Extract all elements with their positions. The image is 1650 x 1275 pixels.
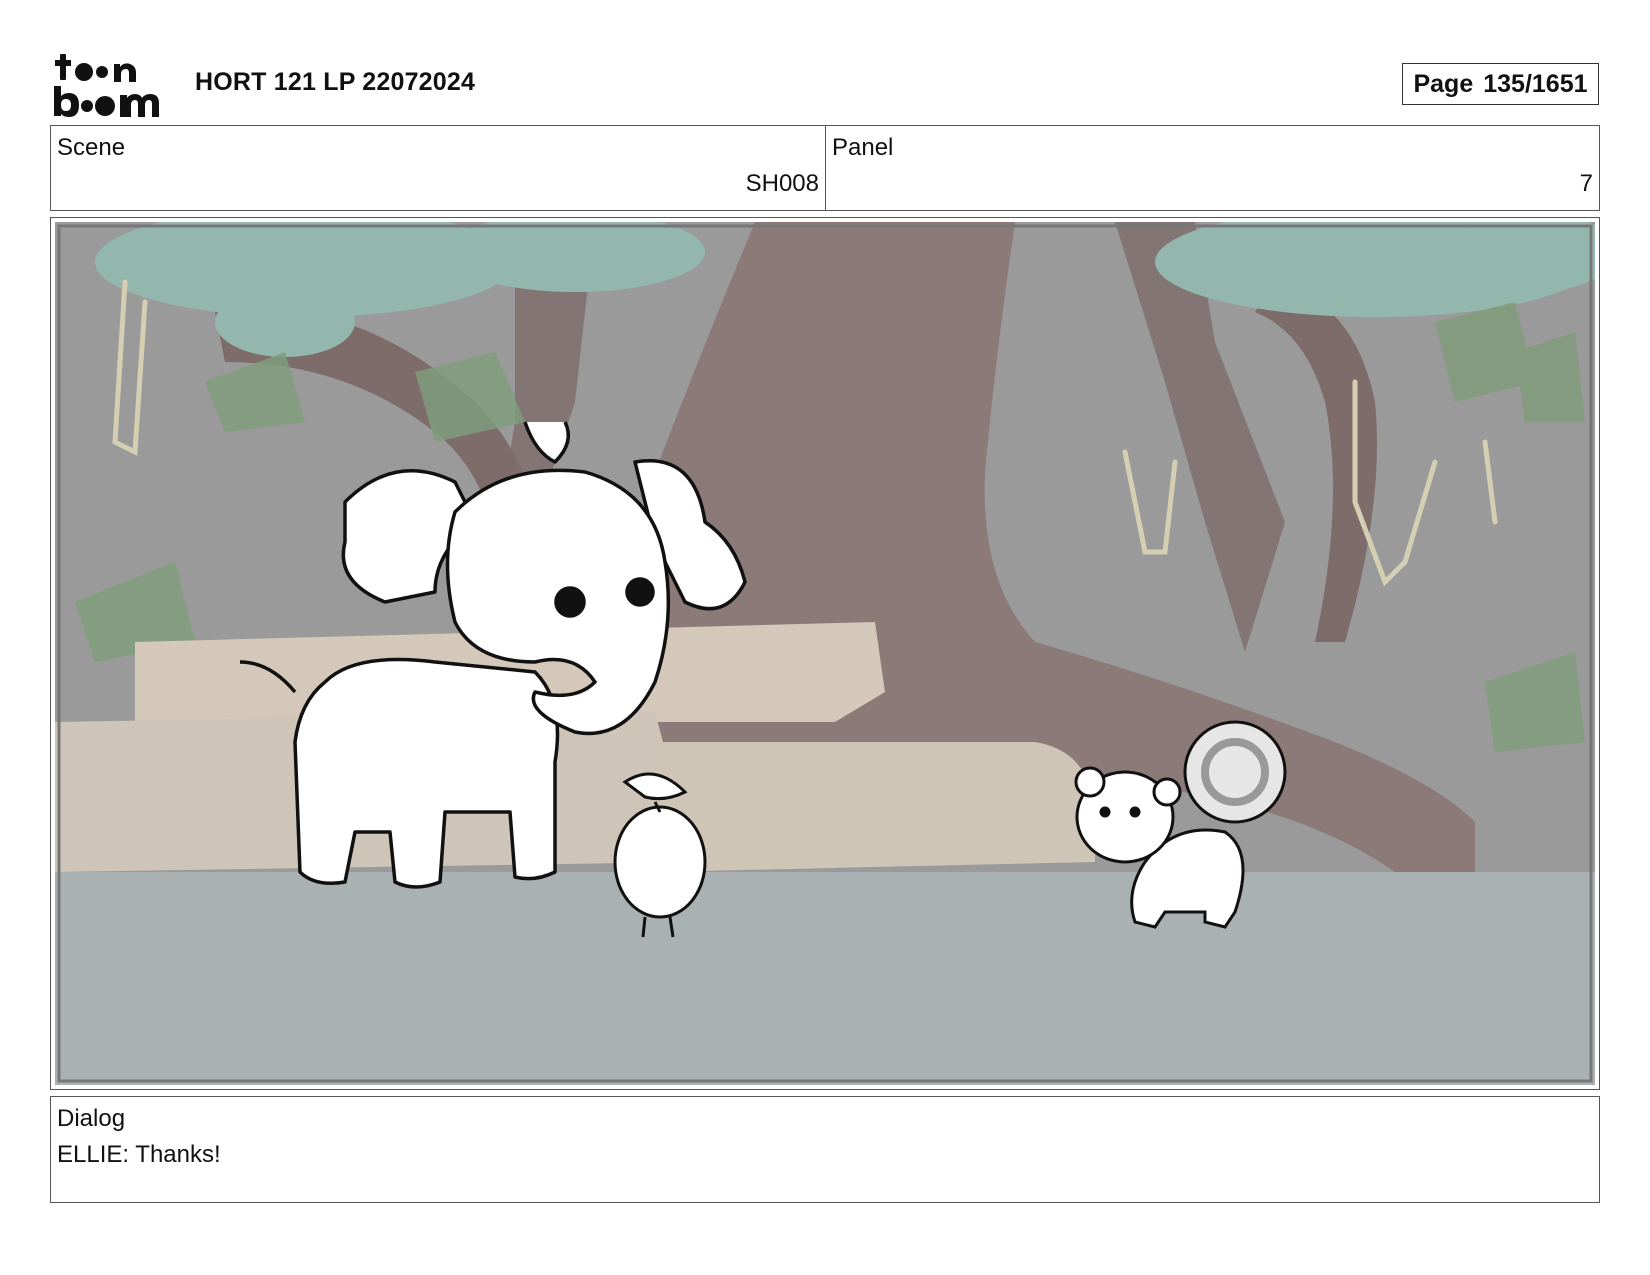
scene-cell: Scene SH008 xyxy=(51,126,826,210)
toonboom-logo xyxy=(54,54,159,117)
page-label: Page xyxy=(1413,69,1474,98)
dialog-label: Dialog xyxy=(57,1105,126,1132)
panel-value: 7 xyxy=(1579,170,1593,197)
storyboard-image xyxy=(55,222,1595,1085)
panel-cell: Panel 7 xyxy=(826,126,1599,210)
document-title: HORT 121 LP 22072024 xyxy=(195,68,476,96)
scene-value: SH008 xyxy=(745,170,819,197)
page-indicator: Page 135/1651 xyxy=(1402,63,1599,105)
panel-label: Panel xyxy=(832,134,894,161)
dialog-box: Dialog ELLIE: Thanks! xyxy=(50,1096,1600,1203)
storyboard-frame xyxy=(50,217,1600,1090)
dialog-text: ELLIE: Thanks! xyxy=(57,1141,221,1168)
scene-panel-info: Scene SH008 Panel 7 xyxy=(50,125,1600,211)
scene-label: Scene xyxy=(57,134,126,161)
page-number: 135/1651 xyxy=(1483,69,1588,98)
